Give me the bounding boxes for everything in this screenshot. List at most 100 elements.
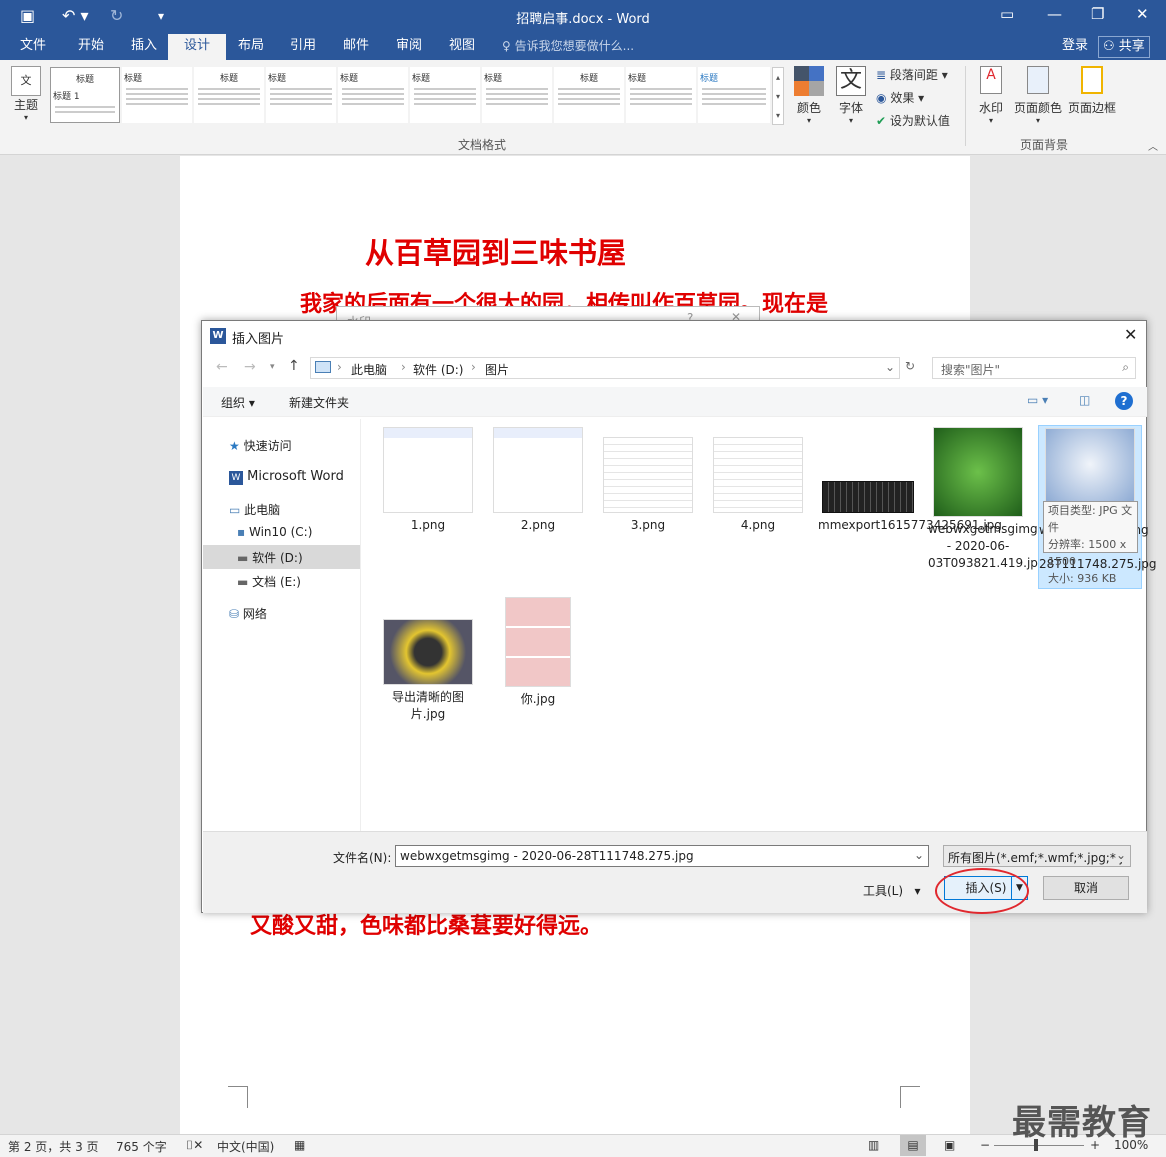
breadcrumb-pictures[interactable]: 图片 xyxy=(485,361,509,378)
watermark-icon: A xyxy=(980,66,1002,94)
nav-this-pc[interactable]: ▭ 此电脑 xyxy=(229,501,280,518)
group-label-doc-format: 文档格式 xyxy=(458,138,507,152)
page-color-icon xyxy=(1027,66,1049,94)
tools-menu[interactable]: 工具(L) ▾ xyxy=(863,882,921,899)
nav-drive-d[interactable]: ▬ 软件 (D:) xyxy=(203,545,360,569)
file-item[interactable]: 1.png xyxy=(378,419,478,534)
file-item[interactable]: 2.png xyxy=(488,419,588,534)
paragraph-spacing-button[interactable]: ≣ 段落间距 ▾ xyxy=(876,66,948,83)
style-thumb-3[interactable]: 标题 xyxy=(194,67,264,123)
colors-button[interactable]: 颜色 ▾ xyxy=(792,66,826,125)
page-color-button[interactable]: 页面颜色 ▾ xyxy=(1012,66,1064,125)
share-button[interactable]: ⚇ 共享 xyxy=(1098,36,1150,58)
login-link[interactable]: 登录 xyxy=(1060,34,1090,60)
zoom-slider[interactable] xyxy=(994,1145,1084,1146)
forward-icon[interactable]: → xyxy=(244,359,256,375)
style-gallery-scroll[interactable]: ▴ ▾ ▾ xyxy=(772,67,784,125)
nav-network[interactable]: ⛁ 网络 xyxy=(229,605,267,622)
watermark-button[interactable]: A 水印 ▾ xyxy=(974,66,1008,125)
file-item[interactable]: webwxgetmsgimg - 2020-06-03T093821.419.j… xyxy=(928,419,1046,572)
macro-icon[interactable]: ▦ xyxy=(294,1138,305,1152)
help-icon[interactable]: ? xyxy=(1115,392,1133,410)
print-layout-icon[interactable]: ▤ xyxy=(900,1135,926,1156)
filename-input[interactable]: webwxgetmsgimg - 2020-06-28T111748.275.j… xyxy=(395,845,929,867)
tell-me-box[interactable]: ♀ 告诉我您想要做什么... xyxy=(500,34,636,60)
recent-dropdown-icon[interactable]: ▾ xyxy=(270,362,275,372)
tab-insert[interactable]: 插入 xyxy=(129,34,159,60)
style-thumb-6[interactable]: 标题 xyxy=(410,67,480,123)
page-border-icon xyxy=(1081,66,1103,94)
file-item[interactable]: 导出清晰的图片.jpg xyxy=(378,589,478,723)
word-count[interactable]: 765 个字 xyxy=(116,1138,167,1155)
proofing-icon[interactable]: ⌷✕ xyxy=(186,1138,203,1153)
style-thumb-10[interactable]: 标题 xyxy=(698,67,770,123)
file-thumbnail xyxy=(383,619,473,685)
file-item[interactable]: 4.png xyxy=(708,419,808,534)
chevron-down-icon: ⌄ xyxy=(1115,848,1126,862)
up-icon[interactable]: ↑ xyxy=(288,358,300,374)
style-thumb-8[interactable]: 标题 xyxy=(554,67,624,123)
cancel-button[interactable]: 取消 xyxy=(1043,876,1129,900)
address-dropdown-icon[interactable]: ⌄ xyxy=(885,360,895,374)
breadcrumb-this-pc[interactable]: 此电脑 xyxy=(351,361,387,378)
minimize-icon[interactable]: — xyxy=(1047,5,1062,23)
tab-review[interactable]: 审阅 xyxy=(394,34,424,60)
theme-button[interactable]: 文 主题 ▾ xyxy=(8,66,44,122)
dialog-close-icon[interactable]: ✕ xyxy=(1124,325,1137,344)
person-icon: ⚇ xyxy=(1103,39,1115,54)
tab-layout[interactable]: 布局 xyxy=(236,34,266,60)
file-thumbnail xyxy=(493,427,583,513)
file-item[interactable]: 3.png xyxy=(598,419,698,534)
style-thumb-5[interactable]: 标题 xyxy=(338,67,408,123)
style-thumb-2[interactable]: 标题 xyxy=(122,67,192,123)
tab-file[interactable]: 文件 xyxy=(18,34,48,60)
effects-icon: ◉ xyxy=(876,91,887,105)
tab-references[interactable]: 引用 xyxy=(288,34,318,60)
new-folder-button[interactable]: 新建文件夹 xyxy=(289,394,349,411)
style-thumb-4[interactable]: 标题 xyxy=(266,67,336,123)
nav-drive-c[interactable]: ▪ Win10 (C:) xyxy=(237,525,312,539)
doc-heading: 从百草园到三味书屋 xyxy=(365,236,627,270)
word-icon: W xyxy=(229,471,243,485)
breadcrumb-drive-d[interactable]: 软件 (D:) xyxy=(413,361,463,378)
ribbon-display-icon[interactable]: ▭ xyxy=(1000,5,1014,23)
tab-view[interactable]: 视图 xyxy=(447,34,477,60)
fonts-button[interactable]: 文 字体 ▾ xyxy=(834,66,868,125)
style-thumb-7[interactable]: 标题 xyxy=(482,67,552,123)
nav-drive-e[interactable]: ▬ 文档 (E:) xyxy=(237,573,301,590)
web-layout-icon[interactable]: ▣ xyxy=(944,1138,955,1152)
star-icon: ★ xyxy=(229,439,240,453)
style-thumb-9[interactable]: 标题 xyxy=(626,67,696,123)
page-count[interactable]: 第 2 页，共 3 页 xyxy=(8,1138,99,1155)
collapse-ribbon-icon[interactable]: ︿ xyxy=(1148,138,1158,153)
effects-button[interactable]: ◉ 效果 ▾ xyxy=(876,89,924,106)
file-item[interactable]: mmexport1615773425691.jpg xyxy=(818,419,1002,534)
tab-mailings[interactable]: 邮件 xyxy=(341,34,371,60)
style-thumb-1[interactable]: 标题 标题 1 xyxy=(50,67,120,123)
set-default-button[interactable]: ✔ 设为默认值 xyxy=(876,112,950,129)
tab-design[interactable]: 设计 xyxy=(168,34,227,60)
file-item[interactable]: 你.jpg xyxy=(488,589,588,708)
organize-button[interactable]: 组织 ▾ xyxy=(221,394,255,411)
page-border-button[interactable]: 页面边框 xyxy=(1066,66,1118,116)
file-type-select[interactable]: 所有图片(*.emf;*.wmf;*.jpg;*.j ⌄ xyxy=(943,845,1131,867)
nav-quick-access[interactable]: ★ 快速访问 xyxy=(229,437,292,454)
refresh-icon[interactable]: ↻ xyxy=(905,359,915,373)
nav-microsoft-word[interactable]: W Microsoft Word xyxy=(229,469,344,485)
drive-icon: ▬ xyxy=(237,575,249,589)
preview-pane-icon[interactable]: ◫ xyxy=(1079,393,1090,407)
maximize-icon[interactable]: ❐ xyxy=(1091,5,1104,23)
back-icon[interactable]: ← xyxy=(216,359,228,375)
search-icon: ⌕ xyxy=(1122,360,1129,374)
drive-icon: ▬ xyxy=(237,551,249,565)
tab-home[interactable]: 开始 xyxy=(76,34,106,60)
language[interactable]: 中文(中国) xyxy=(217,1138,274,1155)
address-bar[interactable]: › 此电脑 › 软件 (D:) › 图片 ⌄ ↻ xyxy=(310,357,915,379)
view-icon[interactable]: ▭ ▾ xyxy=(1027,393,1048,407)
read-mode-icon[interactable]: ▥ xyxy=(868,1138,879,1152)
title-bar: ▣ ↶ ▾ ↻ ▾ 招聘启事.docx - Word ▭ — ❐ ✕ xyxy=(0,0,1166,34)
close-icon[interactable]: ✕ xyxy=(1136,5,1149,23)
file-thumbnail xyxy=(933,427,1023,517)
search-input[interactable]: 搜索"图片" ⌕ xyxy=(932,357,1136,379)
zoom-out-icon[interactable]: − xyxy=(980,1138,990,1152)
